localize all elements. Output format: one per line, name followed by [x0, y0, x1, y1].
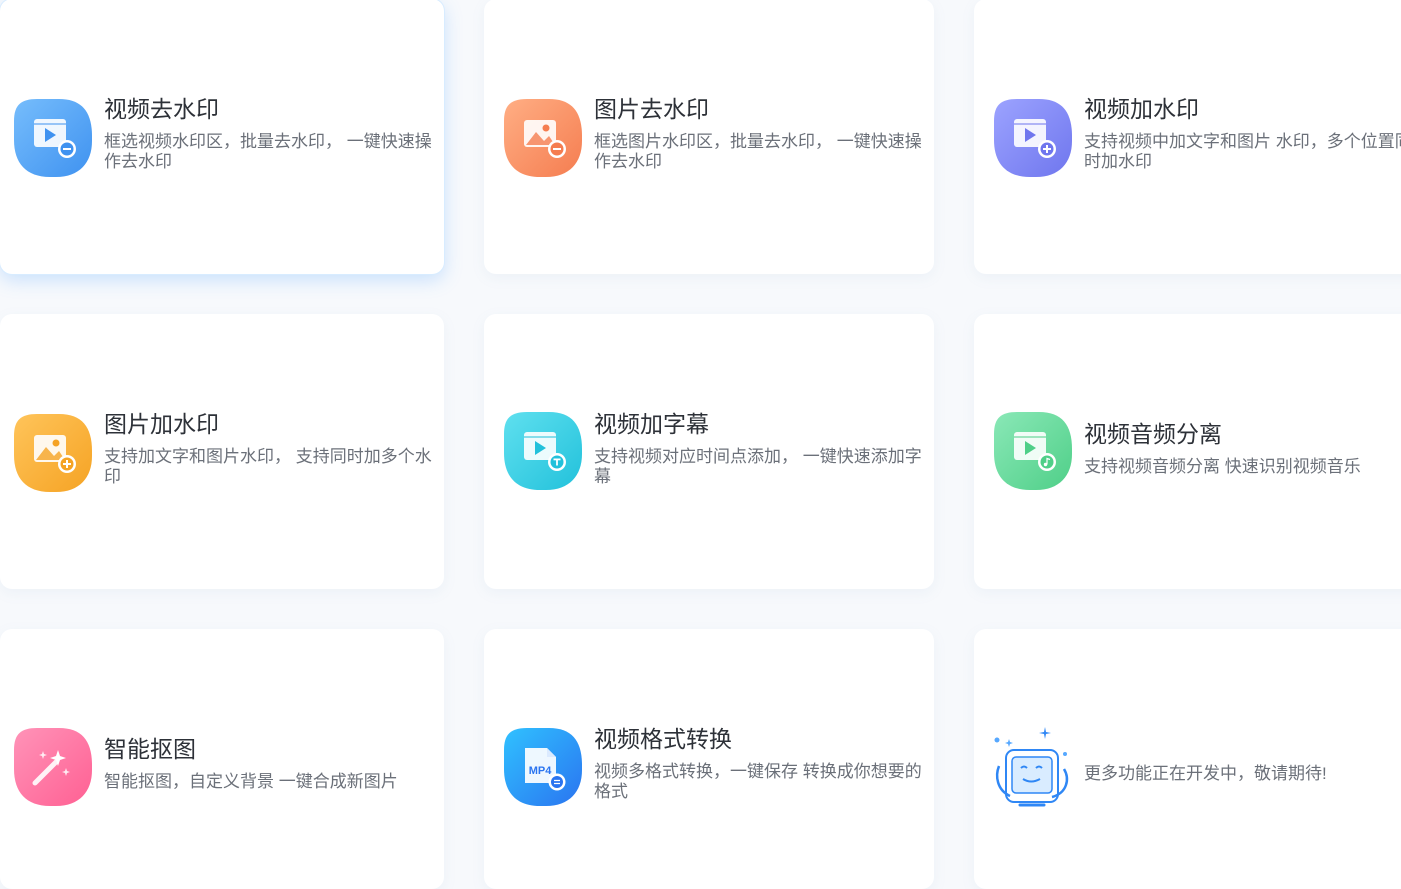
coming-soon-card: 更多功能正在开发中，敬请期待!	[974, 629, 1401, 889]
feature-description: 支持视频音频分离 快速识别视频音乐	[1084, 457, 1361, 476]
feature-title: 视频加字幕	[594, 411, 709, 437]
video-remove-watermark-icon	[14, 99, 92, 177]
feature-card-image-remove-watermark[interactable]: 图片去水印 框选图片水印区，批量去水印， 一键快速操作去水印	[484, 0, 934, 274]
feature-description: 框选图片水印区，批量去水印， 一键快速操作去水印	[594, 132, 922, 171]
video-add-watermark-icon	[994, 99, 1072, 177]
feature-title: 图片去水印	[594, 96, 709, 122]
feature-card-video-add-watermark[interactable]: 视频加水印 支持视频中加文字和图片 水印，多个位置同时加水印	[974, 0, 1401, 274]
feature-description: 支持加文字和图片水印， 支持同时加多个水印	[104, 447, 432, 486]
feature-card-smart-cutout[interactable]: 智能抠图 智能抠图，自定义背景 一键合成新图片	[0, 629, 444, 889]
coming-soon-text: 更多功能正在开发中，敬请期待!	[1084, 764, 1327, 783]
feature-description: 框选视频水印区，批量去水印， 一键快速操作去水印	[104, 132, 432, 171]
mp4-badge-text: MP4	[529, 765, 553, 777]
audio-separation-icon	[994, 412, 1072, 490]
video-subtitle-icon	[504, 412, 582, 490]
feature-description: 视频多格式转换，一键保存 转换成你想要的格式	[594, 762, 922, 801]
feature-card-video-remove-watermark[interactable]: 视频去水印 框选视频水印区，批量去水印， 一键快速操作去水印	[0, 0, 444, 274]
image-add-watermark-icon	[14, 414, 92, 492]
feature-description: 支持视频对应时间点添加， 一键快速添加字幕	[594, 447, 922, 486]
feature-title: 智能抠图	[104, 736, 196, 762]
feature-description: 支持视频中加文字和图片 水印，多个位置同时加水印	[1084, 132, 1401, 171]
feature-title: 视频加水印	[1084, 96, 1199, 122]
feature-description: 智能抠图，自定义背景 一键合成新图片	[104, 772, 398, 791]
feature-card-video-format-convert[interactable]: MP4 视频格式转换 视频多格式转换，一键保存 转换成你想要的格式	[484, 629, 934, 889]
image-remove-watermark-icon	[504, 99, 582, 177]
coming-soon-illustration-icon	[992, 726, 1072, 810]
feature-title: 视频去水印	[104, 96, 219, 122]
feature-title: 图片加水印	[104, 411, 219, 437]
feature-card-image-add-watermark[interactable]: 图片加水印 支持加文字和图片水印， 支持同时加多个水印	[0, 314, 444, 589]
magic-wand-icon	[14, 728, 92, 806]
mp4-format-icon: MP4	[504, 728, 582, 806]
feature-card-video-subtitle[interactable]: 视频加字幕 支持视频对应时间点添加， 一键快速添加字幕	[484, 314, 934, 589]
feature-title: 视频音频分离	[1084, 421, 1222, 447]
feature-title: 视频格式转换	[594, 726, 732, 752]
feature-card-audio-separation[interactable]: 视频音频分离 支持视频音频分离 快速识别视频音乐	[974, 314, 1401, 589]
